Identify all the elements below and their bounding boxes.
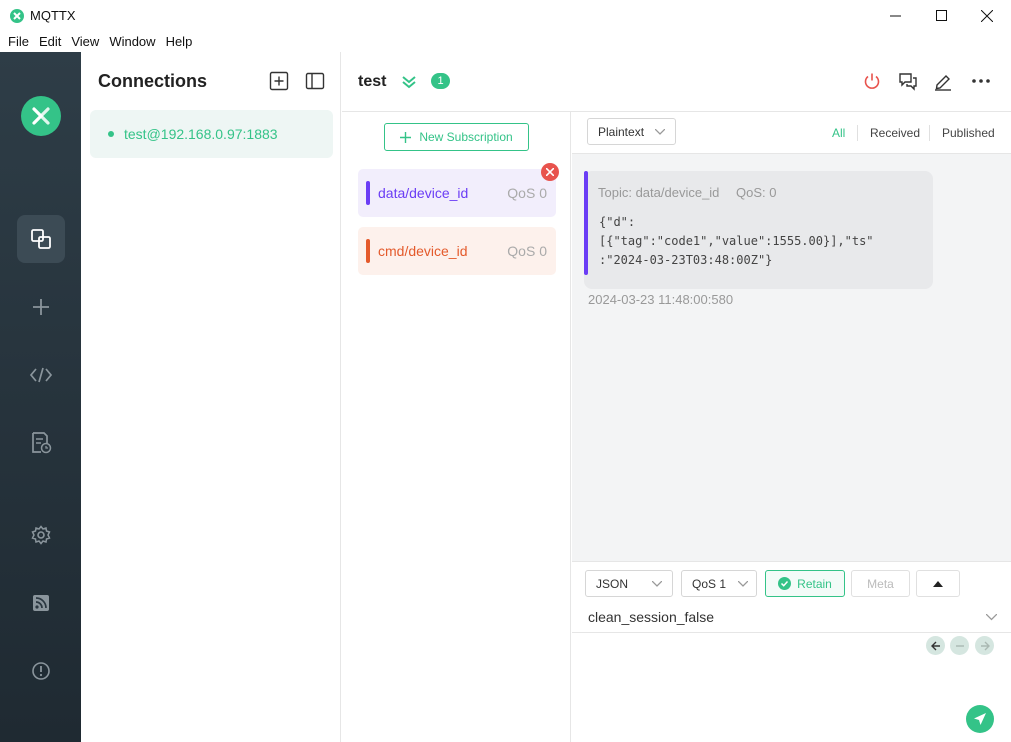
message-meta: Topic: data/device_id QoS: 0 <box>598 185 777 200</box>
chevron-down-icon <box>652 581 662 587</box>
subscription-qos: QoS 0 <box>507 243 547 259</box>
toggle-panel-icon[interactable] <box>305 71 325 91</box>
history-prev-button[interactable] <box>926 636 945 655</box>
connection-header: test 1 <box>342 52 1011 112</box>
filter-published[interactable]: Published <box>942 126 995 140</box>
app-logo-icon <box>10 8 24 23</box>
filter-divider <box>929 125 930 141</box>
check-circle-icon <box>778 577 792 590</box>
left-nav <box>0 52 81 742</box>
send-icon <box>974 713 986 725</box>
meta-button[interactable]: Meta <box>851 570 910 597</box>
maximize-button[interactable] <box>918 0 964 31</box>
send-button[interactable] <box>966 705 994 733</box>
nav-connections[interactable] <box>17 215 65 263</box>
publish-format-value: JSON <box>596 576 629 591</box>
nav-settings[interactable] <box>17 511 65 559</box>
feed-icon <box>33 595 49 611</box>
message-topic: Topic: data/device_id <box>598 185 720 200</box>
unsubscribe-close-icon[interactable] <box>541 163 559 181</box>
arrow-left-icon <box>930 641 940 650</box>
subscription-color-bar <box>366 181 370 205</box>
publish-format-select[interactable]: JSON <box>585 570 673 597</box>
menu-file[interactable]: File <box>3 34 34 49</box>
settings-icon <box>31 525 51 545</box>
connections-icon <box>31 229 51 249</box>
filter-received[interactable]: Received <box>870 126 920 140</box>
expand-button[interactable] <box>916 570 960 597</box>
chevron-down-icon[interactable] <box>986 614 997 621</box>
mqttx-logo-icon <box>21 96 61 136</box>
more-options-icon[interactable] <box>970 70 992 92</box>
menu-help[interactable]: Help <box>161 34 198 49</box>
payload-format-value: Plaintext <box>598 124 645 139</box>
publish-qos-select[interactable]: QoS 1 <box>681 570 757 597</box>
plus-icon <box>400 131 412 143</box>
nav-feed[interactable] <box>17 579 65 627</box>
nav-new-connection[interactable] <box>17 283 65 331</box>
collapse-chevron-icon[interactable] <box>398 71 420 93</box>
messages-icon[interactable] <box>897 70 919 92</box>
chevron-down-icon <box>655 129 665 135</box>
connected-status-dot <box>108 131 114 137</box>
subscription-color-bar <box>366 239 370 263</box>
message-timestamp: 2024-03-23 11:48:00:580 <box>588 292 734 307</box>
payload-format-select[interactable]: Plaintext <box>587 118 676 145</box>
disconnect-icon[interactable] <box>861 70 883 92</box>
retain-toggle[interactable]: Retain <box>765 570 845 597</box>
nav-script[interactable] <box>17 351 65 399</box>
chevron-down-icon <box>738 581 748 587</box>
subscription-item-data[interactable]: data/device_id QoS 0 <box>358 169 556 217</box>
subscription-item-cmd[interactable]: cmd/device_id QoS 0 <box>358 227 556 275</box>
publish-topic-input[interactable]: clean_session_false <box>588 609 714 625</box>
new-collection-icon[interactable] <box>269 71 289 91</box>
about-icon <box>32 662 50 680</box>
connections-title: Connections <box>98 71 208 91</box>
new-subscription-label: New Subscription <box>419 130 513 144</box>
filter-divider <box>857 125 858 141</box>
subscription-qos: QoS 0 <box>507 185 547 201</box>
message-card[interactable]: Topic: data/device_id QoS: 0 {"d": [{"ta… <box>584 171 933 289</box>
menu-edit[interactable]: Edit <box>34 34 66 49</box>
script-icon <box>29 367 53 383</box>
filter-all[interactable]: All <box>832 126 845 140</box>
message-qos: QoS: 0 <box>736 185 777 200</box>
connection-heading: test <box>358 73 387 90</box>
messages-toolbar: Plaintext All Received Published <box>572 112 1011 154</box>
connections-panel: Connections test@192.168.0.97:1883 <box>81 52 341 742</box>
edit-icon[interactable] <box>932 70 954 92</box>
log-icon <box>32 432 52 454</box>
close-button[interactable] <box>964 0 1010 31</box>
menu-bar: File Edit View Window Help <box>0 31 1011 52</box>
connection-name: test@192.168.0.97:1883 <box>124 126 278 142</box>
minus-icon <box>955 644 964 647</box>
new-subscription-button[interactable]: New Subscription <box>384 123 529 151</box>
triangle-up-icon <box>933 580 943 587</box>
publish-divider <box>572 632 1011 633</box>
arrow-right-icon <box>980 641 990 650</box>
subscriptions-panel: New Subscription data/device_id QoS 0 cm… <box>342 112 571 742</box>
meta-label: Meta <box>867 576 894 591</box>
retain-label: Retain <box>797 576 832 591</box>
publish-qos-value: QoS 1 <box>692 576 727 591</box>
nav-about[interactable] <box>17 647 65 695</box>
message-accent-bar <box>584 171 588 275</box>
publish-panel: JSON QoS 1 Retain Meta clean_session_fal… <box>572 561 1011 742</box>
subscription-topic: data/device_id <box>378 185 469 201</box>
message-payload: {"d": [{"tag":"code1","value":1555.00}],… <box>599 215 874 267</box>
nav-log[interactable] <box>17 419 65 467</box>
add-icon <box>33 299 49 315</box>
window-title: MQTTX <box>30 8 76 23</box>
title-bar: MQTTX <box>0 0 1011 31</box>
history-clear-button[interactable] <box>950 636 969 655</box>
history-next-button[interactable] <box>975 636 994 655</box>
connection-item[interactable]: test@192.168.0.97:1883 <box>90 110 333 158</box>
menu-window[interactable]: Window <box>104 34 160 49</box>
menu-view[interactable]: View <box>66 34 104 49</box>
subscription-topic: cmd/device_id <box>378 243 468 259</box>
messages-panel: Plaintext All Received Published Topic: … <box>572 112 1011 561</box>
unread-badge: 1 <box>431 73 450 89</box>
minimize-button[interactable] <box>872 0 918 31</box>
